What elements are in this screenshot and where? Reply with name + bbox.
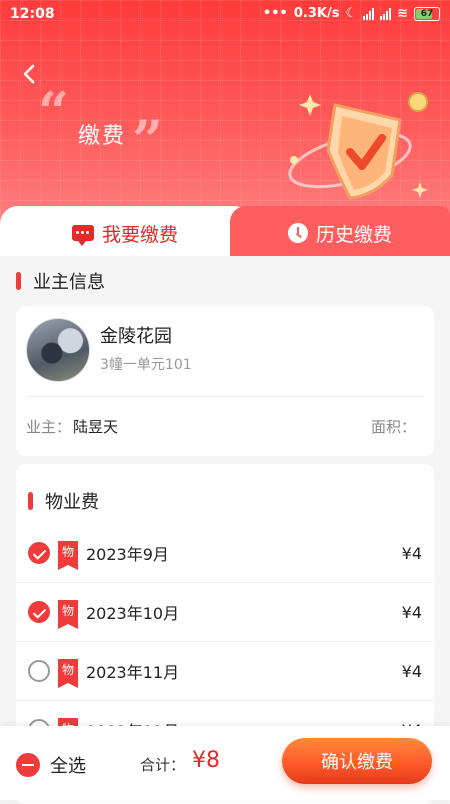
divider: [26, 396, 424, 397]
owner-section-title: 业主信息: [33, 272, 105, 293]
total-amount: ¥8: [192, 748, 220, 773]
total-label: 合计：: [140, 756, 186, 774]
battery-icon: 67: [414, 6, 440, 21]
signal-icon: [363, 7, 375, 20]
quote-open-icon: “: [38, 80, 70, 144]
confirm-pay-button[interactable]: 确认缴费: [282, 738, 432, 784]
wifi-icon: ≋: [397, 6, 408, 21]
select-all-toggle[interactable]: 全选: [16, 752, 86, 778]
avatar: [26, 318, 90, 382]
clock-icon: [287, 223, 308, 243]
fee-tag-icon: 物: [58, 659, 78, 688]
status-icons: ••• 0.3K/s ☾ ≋ 67: [263, 6, 440, 21]
area-label: 面积：: [370, 418, 416, 436]
fee-price: ¥4: [401, 543, 422, 563]
owner-card: 金陵花园 3幢一单元101 业主： 陆昱天 面积：: [16, 306, 434, 456]
tab-bar: 我要缴费 历史缴费: [0, 206, 450, 260]
checkbox-checked[interactable]: [28, 542, 50, 564]
tab-history-label: 历史缴费: [315, 223, 392, 246]
page-title: 缴费: [78, 124, 127, 149]
owner-section-header: 业主信息: [16, 268, 105, 294]
tab-pay[interactable]: 我要缴费: [0, 206, 250, 260]
fee-month: 2023年9月: [86, 545, 169, 564]
fee-row[interactable]: 物 2023年9月 ¥4: [16, 524, 434, 583]
bottom-bar: 全选 合计： ¥8 确认缴费: [0, 726, 450, 800]
checkbox-unchecked[interactable]: [28, 660, 50, 682]
fee-month: 2023年10月: [86, 604, 180, 623]
main-content: 业主信息 金陵花园 3幢一单元101 业主： 陆昱天 面积： 物业费 物 2023…: [0, 256, 450, 804]
fee-month: 2023年11月: [86, 663, 180, 682]
quote-close-icon: ”: [132, 108, 164, 172]
unit-address: 3幢一单元101: [100, 357, 192, 373]
fee-section-title: 物业费: [45, 492, 99, 513]
checkbox-checked[interactable]: [28, 601, 50, 623]
fee-tag-icon: 物: [58, 600, 78, 629]
chat-icon: [71, 225, 94, 246]
estate-name: 金陵花园: [100, 326, 172, 347]
owner-info: 业主： 陆昱天: [26, 416, 118, 437]
select-all-label: 全选: [50, 756, 86, 777]
owner-name: 陆昱天: [73, 418, 119, 436]
fee-price: ¥4: [401, 661, 422, 681]
signal-icon: [380, 7, 392, 20]
tab-history[interactable]: 历史缴费: [230, 206, 450, 260]
section-marker: [28, 492, 33, 510]
tab-pay-label: 我要缴费: [101, 223, 178, 246]
net-speed: 0.3K/s: [293, 6, 340, 21]
status-time: 12:08: [10, 6, 55, 22]
more-dots-icon: •••: [262, 6, 288, 21]
fee-tag-icon: 物: [58, 541, 78, 570]
owner-label: 业主：: [26, 418, 72, 436]
section-marker: [16, 272, 21, 290]
fee-section-header: 物业费: [28, 488, 99, 514]
fee-row[interactable]: 物 2023年10月 ¥4: [16, 583, 434, 642]
fee-row[interactable]: 物 2023年11月 ¥4: [16, 642, 434, 701]
moon-icon: ☾: [345, 6, 358, 21]
status-bar: 12:08 ••• 0.3K/s ☾ ≋ 67: [0, 0, 450, 30]
minus-circle-icon: [16, 753, 40, 777]
fee-price: ¥4: [401, 602, 422, 622]
shield-check-illustration-icon: [288, 92, 428, 200]
